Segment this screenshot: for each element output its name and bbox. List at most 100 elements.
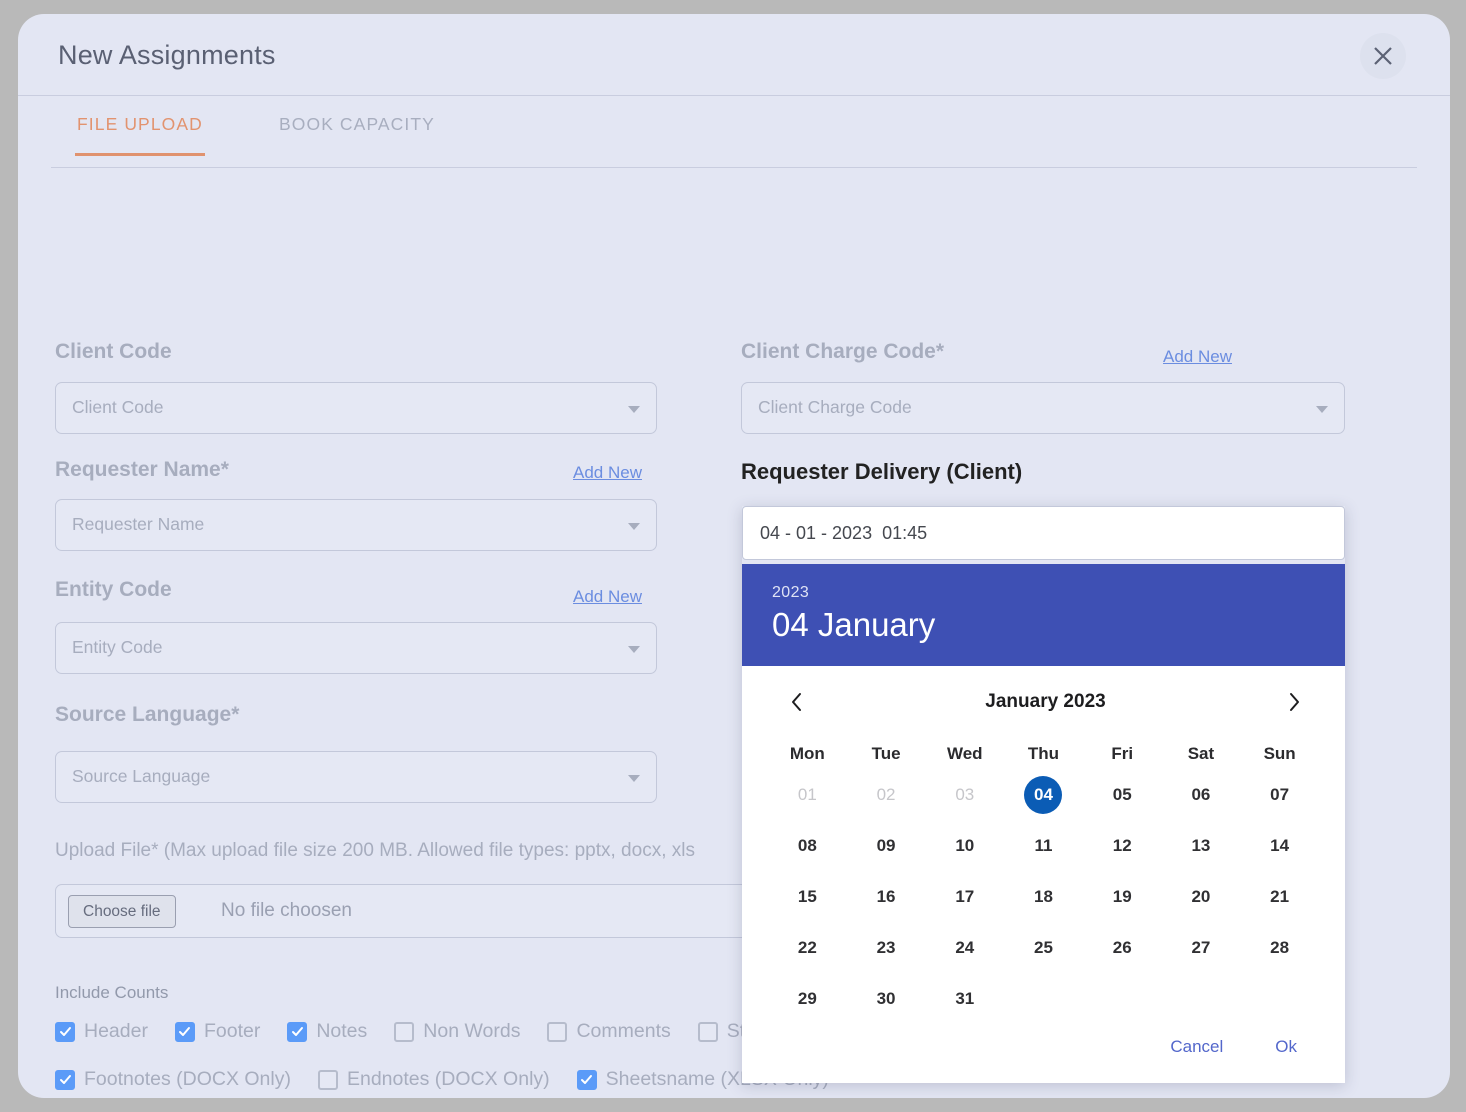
checkbox-box-icon — [547, 1022, 567, 1042]
label-include-counts: Include Counts — [55, 983, 168, 1003]
datepicker-cancel-button[interactable]: Cancel — [1170, 1037, 1223, 1057]
page-title: New Assignments — [58, 40, 276, 71]
datepicker-day-01[interactable]: 01 — [768, 775, 847, 815]
datepicker-body: January 2023 MonTueWedThuFriSatSun 01020… — [742, 666, 1345, 1083]
select-client-charge-code-placeholder: Client Charge Code — [758, 397, 912, 418]
datepicker-day-23[interactable]: 23 — [847, 928, 926, 968]
datepicker-day-28[interactable]: 28 — [1240, 928, 1319, 968]
datepicker-day-06[interactable]: 06 — [1162, 775, 1241, 815]
add-new-entity-code-link[interactable]: Add New — [573, 587, 642, 607]
tab-book-capacity[interactable]: BOOK CAPACITY — [277, 114, 437, 153]
checkbox-header[interactable]: Header — [55, 1020, 148, 1043]
datepicker-week-row: 15 16 1718192021 — [768, 877, 1319, 917]
datepicker-day-label: 30 — [877, 989, 896, 1009]
weekday-wed: Wed — [925, 744, 1004, 764]
datepicker-day-14[interactable]: 14 — [1240, 826, 1319, 866]
checkbox-label: Header — [84, 1020, 148, 1043]
checkbox-footnotes-docx-only[interactable]: Footnotes (DOCX Only) — [55, 1068, 291, 1091]
tab-file-upload[interactable]: FILE UPLOAD — [75, 114, 205, 156]
datepicker-day-10[interactable]: 10 — [925, 826, 1004, 866]
datepicker-day-label: 26 — [1113, 938, 1132, 958]
select-source-language-placeholder: Source Language — [72, 766, 210, 787]
datepicker-day-empty — [1004, 979, 1083, 1019]
add-new-requester-name-link[interactable]: Add New — [573, 463, 642, 483]
prev-month-button[interactable] — [782, 688, 811, 716]
datepicker-day-30[interactable]: 30 — [847, 979, 926, 1019]
checkbox-box-icon — [55, 1022, 75, 1042]
close-button[interactable] — [1360, 33, 1406, 79]
datepicker-day-label: 10 — [955, 836, 974, 856]
datepicker-week-row: 29 30 31 — [768, 979, 1319, 1019]
include-counts-row-1: HeaderFooterNotesNon WordsCommentsSticke… — [55, 1020, 813, 1043]
datepicker-day-label: 22 — [798, 938, 817, 958]
checkbox-notes[interactable]: Notes — [287, 1020, 367, 1043]
datepicker-day-08[interactable]: 08 — [768, 826, 847, 866]
requester-delivery-date-input[interactable] — [742, 506, 1345, 560]
checkbox-box-icon — [55, 1070, 75, 1090]
datepicker-day-label: 16 — [877, 887, 896, 907]
choose-file-button[interactable]: Choose file — [68, 895, 176, 928]
datepicker-day-13[interactable]: 13 — [1162, 826, 1241, 866]
include-counts-row-2: Footnotes (DOCX Only) Endnotes (DOCX Only… — [55, 1068, 856, 1091]
modal-header: New Assignments — [18, 14, 1450, 96]
checkbox-label: Comments — [576, 1020, 670, 1043]
no-file-chosen-text: No file choosen — [221, 900, 352, 922]
datepicker-day-31[interactable]: 31 — [925, 979, 1004, 1019]
datepicker-day-07[interactable]: 07 — [1240, 775, 1319, 815]
select-requester-name[interactable]: Requester Name — [55, 499, 657, 551]
datepicker-ok-button[interactable]: Ok — [1275, 1037, 1297, 1057]
datepicker-day-label: 01 — [798, 785, 817, 805]
checkbox-label: Notes — [316, 1020, 367, 1043]
datepicker-day-29[interactable]: 29 — [768, 979, 847, 1019]
datepicker-day-label: 24 — [955, 938, 974, 958]
checkbox-non-words[interactable]: Non Words — [394, 1020, 520, 1043]
datepicker-day-11[interactable]: 11 — [1004, 826, 1083, 866]
datepicker-day-19[interactable]: 19 — [1083, 877, 1162, 917]
datepicker-day-label: 28 — [1270, 938, 1289, 958]
add-new-client-charge-code-link[interactable]: Add New — [1163, 347, 1232, 367]
select-source-language[interactable]: Source Language — [55, 751, 657, 803]
datepicker-popup: 2023 04 January January 2023 — [742, 506, 1345, 1083]
checkbox-footer[interactable]: Footer — [175, 1020, 260, 1043]
datepicker-day-grid: 01 02 03040506 07 0809 10 1112 13 14 15 16 17181920… — [768, 775, 1319, 1019]
select-client-code[interactable]: Client Code — [55, 382, 657, 434]
datepicker-day-22[interactable]: 22 — [768, 928, 847, 968]
datepicker-day-09[interactable]: 09 — [847, 826, 926, 866]
checkbox-label: Footer — [204, 1020, 260, 1043]
datepicker-month-label: January 2023 — [985, 691, 1105, 713]
checkbox-endnotes-docx-only[interactable]: Endnotes (DOCX Only) — [318, 1068, 550, 1091]
checkbox-box-icon — [698, 1022, 718, 1042]
datepicker-day-27[interactable]: 27 — [1162, 928, 1241, 968]
tab-bar: FILE UPLOAD BOOK CAPACITY — [51, 96, 1417, 168]
label-source-language: Source Language* — [55, 703, 239, 727]
datepicker-day-12[interactable]: 12 — [1083, 826, 1162, 866]
checkbox-comments[interactable]: Comments — [547, 1020, 670, 1043]
datepicker-day-17[interactable]: 17 — [925, 877, 1004, 917]
datepicker-day-16[interactable]: 16 — [847, 877, 926, 917]
datepicker-day-21[interactable]: 21 — [1240, 877, 1319, 917]
select-client-charge-code[interactable]: Client Charge Code — [741, 382, 1345, 434]
new-assignments-modal: New Assignments FILE UPLOAD BOOK CAPACIT… — [18, 14, 1450, 1098]
select-entity-code[interactable]: Entity Code — [55, 622, 657, 674]
next-month-button[interactable] — [1280, 688, 1309, 716]
datepicker-day-25[interactable]: 25 — [1004, 928, 1083, 968]
datepicker-day-18[interactable]: 18 — [1004, 877, 1083, 917]
datepicker-day-03[interactable]: 03 — [925, 775, 1004, 815]
checkbox-box-icon — [287, 1022, 307, 1042]
datepicker-day-label: 07 — [1270, 785, 1289, 805]
weekday-mon: Mon — [768, 744, 847, 764]
datepicker-day-02[interactable]: 02 — [847, 775, 926, 815]
datepicker-day-20[interactable]: 20 — [1162, 877, 1241, 917]
datepicker-day-label: 13 — [1191, 836, 1210, 856]
datepicker-day-05[interactable]: 05 — [1083, 775, 1162, 815]
select-requester-name-placeholder: Requester Name — [72, 514, 204, 535]
datepicker-nav: January 2023 — [768, 688, 1319, 716]
datepicker-day-26[interactable]: 26 — [1083, 928, 1162, 968]
datepicker-day-label: 02 — [877, 785, 896, 805]
label-client-code: Client Code — [55, 340, 172, 364]
datepicker-day-24[interactable]: 24 — [925, 928, 1004, 968]
datepicker-day-15[interactable]: 15 — [768, 877, 847, 917]
datepicker-day-label: 23 — [877, 938, 896, 958]
datepicker-day-04[interactable]: 04 — [1004, 775, 1083, 815]
checkbox-box-icon — [577, 1070, 597, 1090]
